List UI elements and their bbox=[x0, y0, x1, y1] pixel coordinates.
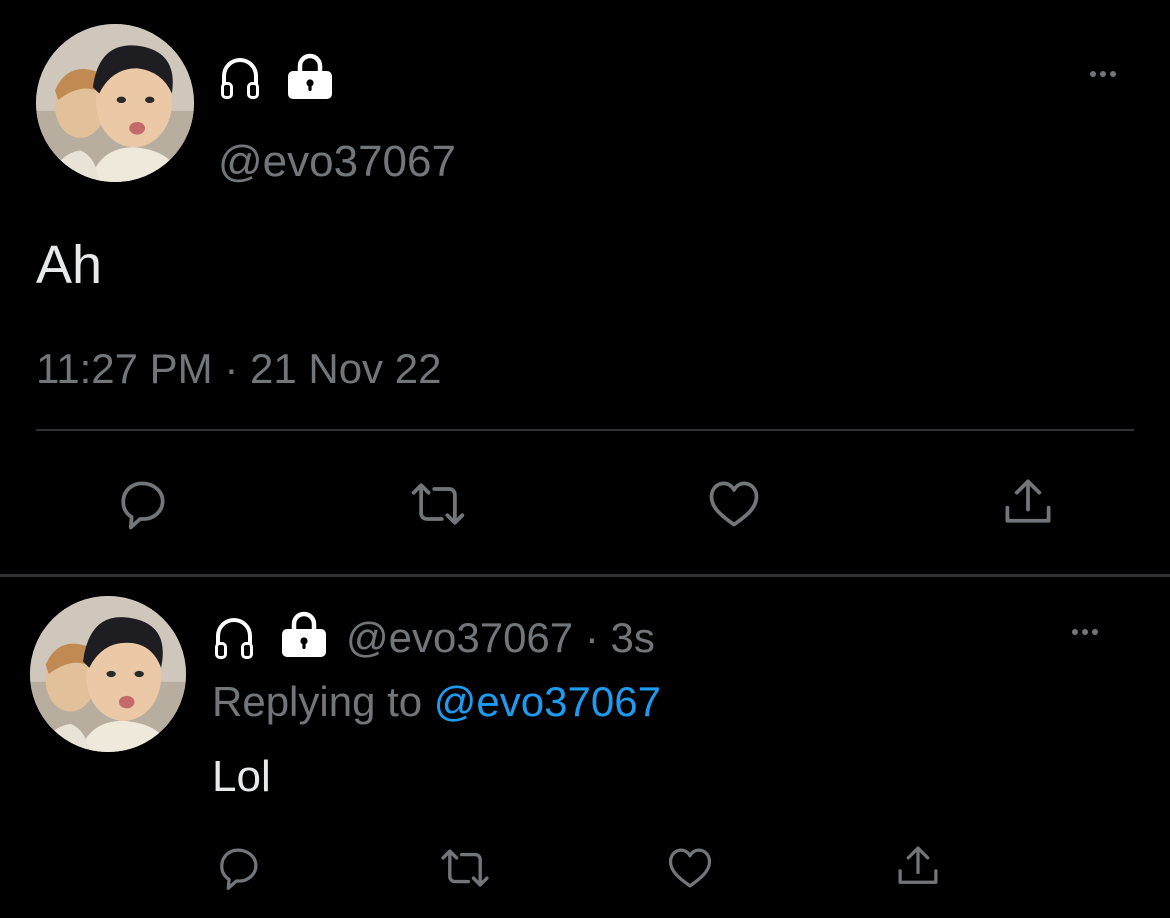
replying-to-link[interactable]: @evo37067 bbox=[434, 678, 661, 725]
username-handle[interactable]: @evo37067 bbox=[218, 136, 456, 188]
lock-icon bbox=[286, 52, 334, 100]
retweet-icon[interactable] bbox=[404, 472, 472, 536]
reply-icon[interactable] bbox=[110, 472, 174, 536]
tweet-timestamp[interactable]: 11:27 PM · 21 Nov 22 bbox=[36, 344, 441, 394]
avatar-photo bbox=[36, 24, 194, 182]
divider bbox=[36, 429, 1134, 431]
share-icon[interactable] bbox=[890, 838, 946, 894]
meta-separator: · bbox=[584, 614, 599, 661]
headphones-icon bbox=[218, 56, 262, 102]
replying-to: Replying to @evo37067 bbox=[212, 676, 661, 728]
reply-text: Lol bbox=[212, 752, 271, 801]
like-icon[interactable] bbox=[662, 840, 718, 896]
reply-time[interactable]: 3s bbox=[611, 614, 655, 661]
headphones-icon bbox=[212, 616, 256, 662]
avatar[interactable] bbox=[36, 24, 194, 182]
share-icon[interactable] bbox=[996, 470, 1060, 534]
reply-meta: @evo37067 · 3s bbox=[346, 613, 655, 663]
replying-to-label: Replying to bbox=[212, 678, 423, 725]
reply-avatar[interactable] bbox=[30, 596, 186, 752]
lock-icon bbox=[280, 610, 328, 658]
avatar-photo bbox=[30, 596, 186, 752]
like-icon[interactable] bbox=[702, 472, 766, 536]
reply-handle[interactable]: @evo37067 bbox=[346, 614, 573, 661]
section-divider bbox=[0, 574, 1170, 577]
more-options-icon[interactable] bbox=[1072, 629, 1098, 635]
retweet-icon[interactable] bbox=[434, 840, 496, 896]
tweet-text: Ah bbox=[36, 235, 103, 295]
more-options-icon[interactable] bbox=[1090, 71, 1116, 77]
reply-icon[interactable] bbox=[210, 840, 266, 896]
